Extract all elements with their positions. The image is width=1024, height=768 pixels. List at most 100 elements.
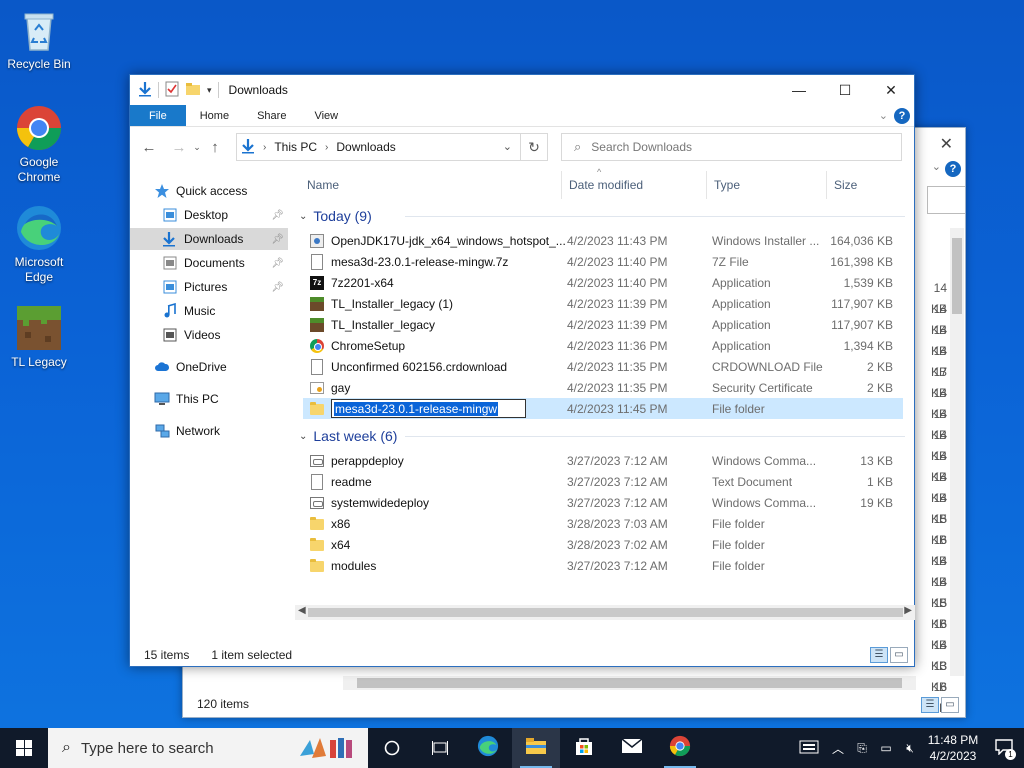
- breadcrumb-separator[interactable]: ›: [263, 142, 266, 153]
- network-status-icon[interactable]: ▭: [874, 741, 898, 755]
- recent-locations-button[interactable]: ⌄: [190, 142, 204, 153]
- search-input[interactable]: ⌕ Search Downloads: [561, 133, 902, 161]
- taskbar-file-explorer-button[interactable]: [512, 728, 560, 768]
- taskbar-chrome-button[interactable]: [656, 728, 704, 768]
- file-row[interactable]: x86 3/28/2023 7:03 AM File folder: [303, 513, 903, 534]
- file-row[interactable]: TL_Installer_legacy 4/2/2023 11:39 PM Appl…: [303, 314, 903, 335]
- file-row[interactable]: systemwidedeploy 3/27/2023 7:12 AM Windows…: [303, 492, 903, 513]
- address-dropdown-icon[interactable]: ⌄: [503, 140, 512, 153]
- group-header[interactable]: ⌄ Today (9): [295, 205, 905, 227]
- rename-input[interactable]: mesa3d-23.0.1-release-mingw: [331, 399, 526, 418]
- taskbar-search-box[interactable]: ⌕ Type here to search: [48, 728, 368, 768]
- file-row[interactable]: gay 4/2/2023 11:35 PM Security Certificate…: [303, 377, 903, 398]
- back-button[interactable]: ←: [138, 139, 160, 156]
- properties-icon[interactable]: [165, 81, 179, 100]
- start-button[interactable]: [0, 728, 48, 768]
- chevron-down-icon[interactable]: ⌄: [932, 160, 941, 173]
- column-header-size[interactable]: Size: [826, 167, 906, 203]
- sidebar-item-music[interactable]: Music: [130, 300, 288, 322]
- expand-ribbon-icon[interactable]: ⌄: [879, 109, 888, 122]
- task-view-button[interactable]: [368, 728, 416, 768]
- search-icon: ⌕: [62, 739, 71, 756]
- sidebar-item-downloads[interactable]: Downloads 📌︎: [130, 228, 288, 250]
- file-row[interactable]: mesa3d-23.0.1-release-mingw.7z 4/2/2023 1…: [303, 251, 903, 272]
- group-header[interactable]: ⌄ Last week (6): [295, 425, 905, 447]
- file-row[interactable]: TL_Installer_legacy (1) 4/2/2023 11:39 PM…: [303, 293, 903, 314]
- close-icon[interactable]: ✕: [940, 134, 953, 154]
- taskbar-store-button[interactable]: [560, 728, 608, 768]
- column-header-name[interactable]: Name: [299, 167, 559, 203]
- desktop-icon-tl-legacy[interactable]: TL Legacy: [1, 304, 77, 370]
- nav-this-pc[interactable]: This PC: [130, 388, 288, 410]
- forward-button[interactable]: →: [168, 139, 190, 156]
- file-row[interactable]: 7z 7z2201-x64 4/2/2023 11:40 PM Application…: [303, 272, 903, 293]
- action-center-button[interactable]: 1: [984, 728, 1024, 768]
- tab-share[interactable]: Share: [243, 105, 300, 126]
- nav-quick-access[interactable]: Quick access: [130, 180, 288, 202]
- new-folder-icon[interactable]: [185, 82, 201, 99]
- desktop-icon-recycle-bin[interactable]: Recycle Bin: [1, 6, 77, 72]
- help-icon[interactable]: ?: [894, 108, 910, 124]
- timeline-button[interactable]: [416, 728, 464, 768]
- breadcrumb-separator[interactable]: ›: [325, 142, 328, 153]
- scroll-right-icon[interactable]: ▶: [904, 605, 912, 616]
- collapse-chevron-icon[interactable]: ⌄: [299, 431, 307, 442]
- clock[interactable]: 11:48 PM 4/2/2023: [922, 732, 984, 764]
- file-row[interactable]: perappdeploy 3/27/2023 7:12 AM Windows Com…: [303, 450, 903, 471]
- maximize-button[interactable]: ☐: [822, 75, 868, 105]
- breadcrumb-this-pc[interactable]: This PC: [274, 140, 317, 154]
- collapse-chevron-icon[interactable]: ⌄: [299, 211, 307, 222]
- sidebar-item-videos[interactable]: Videos: [130, 324, 288, 346]
- show-hidden-icons-button[interactable]: ︿: [826, 740, 850, 757]
- details-view-button[interactable]: ☰: [870, 647, 888, 663]
- details-view-button[interactable]: ☰: [921, 697, 939, 713]
- sidebar-item-documents[interactable]: Documents 📌︎: [130, 252, 288, 274]
- minimize-button[interactable]: —: [776, 75, 822, 105]
- scroll-left-icon[interactable]: ◀: [298, 605, 306, 616]
- taskbar-mail-button[interactable]: [608, 728, 656, 768]
- taskbar-search-placeholder: Type here to search: [80, 739, 214, 757]
- breadcrumb-downloads[interactable]: Downloads: [336, 140, 395, 154]
- desktop-icon-google-chrome[interactable]: Google Chrome: [1, 104, 77, 185]
- explorer-window[interactable]: ▾ Downloads — ☐ ✕ File Home Share View ⌄…: [129, 74, 915, 667]
- file-row[interactable]: x64 3/28/2023 7:02 AM File folder: [303, 534, 903, 555]
- sidebar-item-pictures[interactable]: Pictures 📌︎: [130, 276, 288, 298]
- taskbar-edge-button[interactable]: [464, 728, 512, 768]
- column-header-type[interactable]: Type: [706, 167, 826, 203]
- nav-onedrive[interactable]: OneDrive: [130, 356, 288, 378]
- customize-toolbar-icon[interactable]: ▾: [207, 85, 212, 96]
- file-row[interactable]: readme 3/27/2023 7:12 AM Text Document 1 KB: [303, 471, 903, 492]
- tab-file[interactable]: File: [130, 105, 186, 126]
- music-icon: [162, 302, 178, 319]
- column-header-date-modified[interactable]: Date modified: [561, 167, 706, 203]
- address-bar[interactable]: › This PC › Downloads ⌄: [236, 133, 521, 161]
- horizontal-scrollbar[interactable]: ◀ ▶: [295, 605, 915, 620]
- large-icons-view-button[interactable]: ▭: [941, 697, 959, 713]
- scrollbar-thumb[interactable]: [357, 678, 902, 688]
- meet-now-icon[interactable]: ⎘: [850, 741, 874, 756]
- help-icon[interactable]: ?: [945, 161, 961, 177]
- tab-home[interactable]: Home: [186, 105, 243, 126]
- nav-network[interactable]: Network: [130, 420, 288, 442]
- scrollbar-thumb[interactable]: [952, 238, 962, 314]
- close-button[interactable]: ✕: [868, 75, 914, 105]
- title-bar[interactable]: ▾ Downloads — ☐ ✕: [130, 75, 914, 105]
- horizontal-scrollbar[interactable]: [343, 676, 916, 690]
- search-input[interactable]: [927, 186, 965, 214]
- refresh-button[interactable]: ↻: [521, 133, 548, 161]
- file-row[interactable]: OpenJDK17U-jdk_x64_windows_hotspot_... 4/…: [303, 230, 903, 251]
- file-date-modified: 3/27/2023 7:12 AM: [567, 453, 668, 468]
- tab-view[interactable]: View: [300, 105, 352, 126]
- up-button[interactable]: ↑: [204, 139, 226, 156]
- large-icons-view-button[interactable]: ▭: [890, 647, 908, 663]
- vertical-scrollbar[interactable]: [950, 228, 964, 676]
- scrollbar-thumb[interactable]: [308, 608, 903, 617]
- file-row[interactable]: mesa3d-23.0.1-release-mingw 4/2/2023 11:4…: [303, 398, 903, 419]
- sidebar-item-desktop[interactable]: Desktop 📌︎: [130, 204, 288, 226]
- file-row[interactable]: Unconfirmed 602156.crdownload 4/2/2023 11…: [303, 356, 903, 377]
- file-row[interactable]: modules 3/27/2023 7:12 AM File folder: [303, 555, 903, 576]
- volume-muted-icon[interactable]: 🔇︎: [898, 741, 922, 756]
- keyboard-layout-icon[interactable]: [792, 740, 826, 757]
- file-row[interactable]: ChromeSetup 4/2/2023 11:36 PM Application 1…: [303, 335, 903, 356]
- desktop-icon-microsoft-edge[interactable]: Microsoft Edge: [1, 204, 77, 285]
